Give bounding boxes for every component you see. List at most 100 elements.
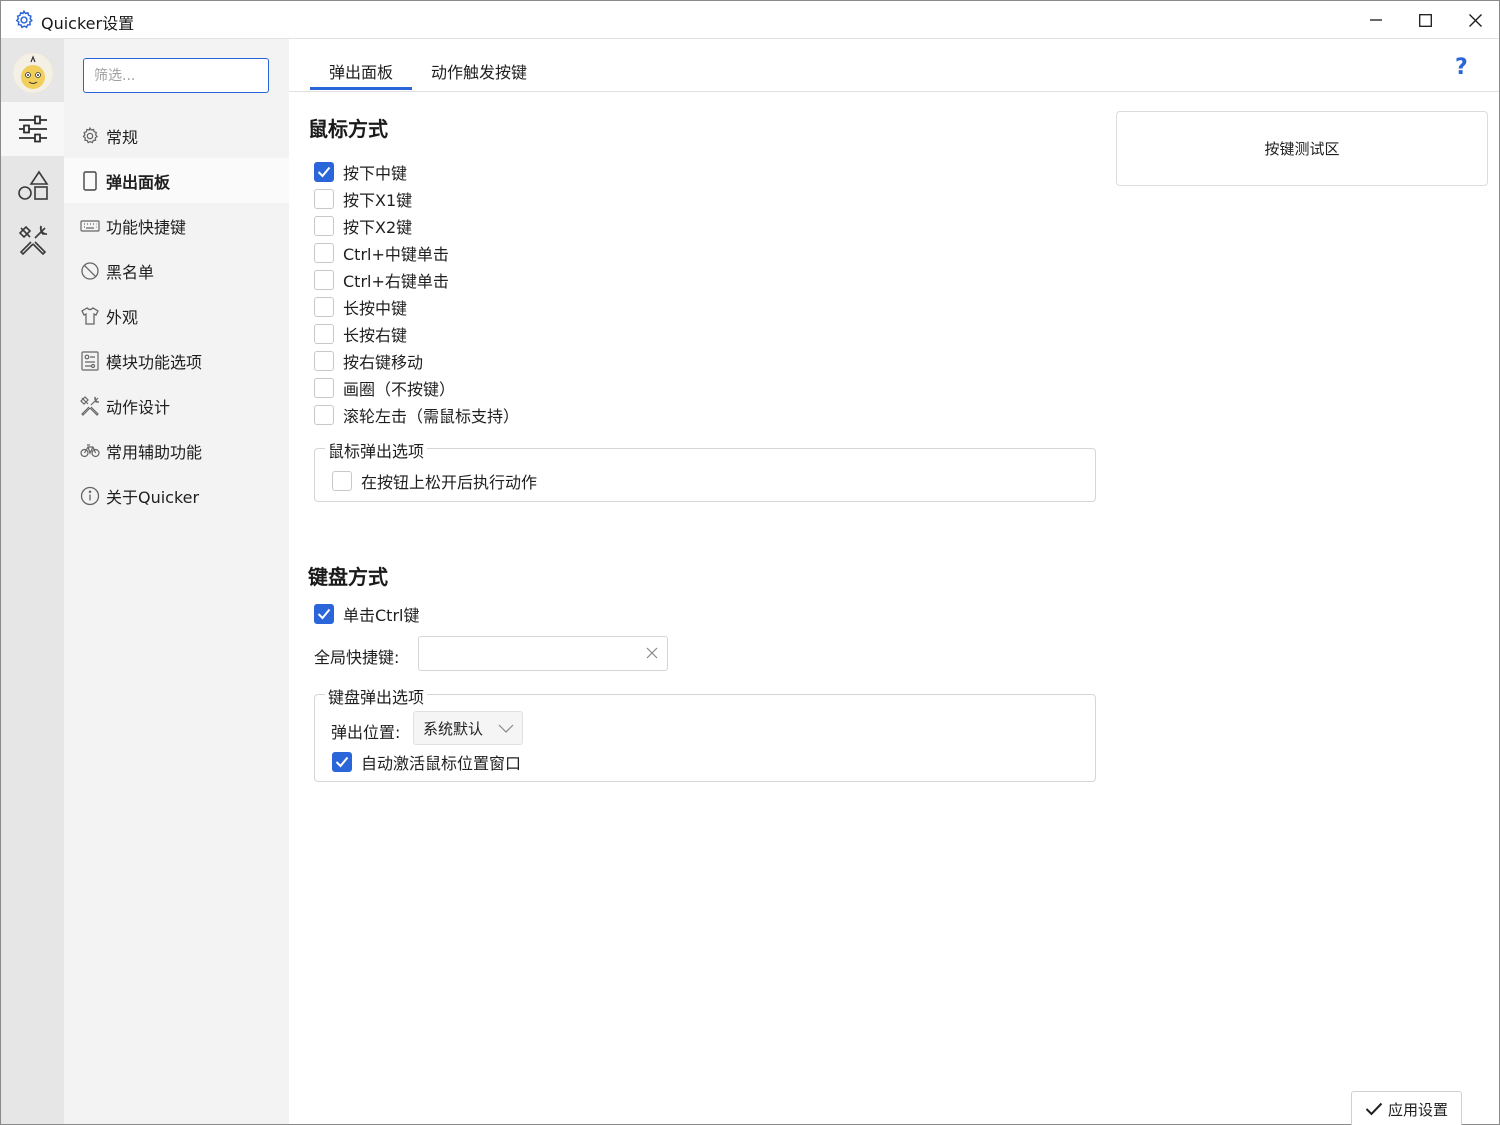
sidebar-item-label: 常规 (106, 127, 139, 147)
checkbox[interactable] (332, 752, 352, 772)
mouse-option[interactable]: 按右键移动 (314, 350, 423, 372)
sliders-icon (18, 115, 47, 143)
bicycle-icon (80, 441, 100, 461)
mouse-option[interactable]: 按下X2键 (314, 215, 412, 237)
keyboard-section-title: 键盘方式 (308, 565, 388, 589)
rail-item-settings[interactable] (1, 102, 64, 156)
checkbox[interactable] (314, 378, 334, 398)
checkbox-label: 按下中键 (343, 164, 408, 183)
hotkey-label: 全局快捷键: (314, 648, 400, 667)
key-test-area[interactable]: 按键测试区 (1116, 111, 1488, 186)
sidebar-item-hotkeys[interactable]: 功能快捷键 (64, 203, 289, 248)
checkbox-label: 画圈（不按键） (343, 380, 456, 399)
module-icon (80, 350, 100, 371)
block-icon (80, 261, 100, 281)
tab-bar: 弹出面板 动作触发按键 ? (289, 39, 1499, 92)
clear-icon[interactable] (645, 646, 659, 660)
key-test-label: 按键测试区 (1264, 140, 1340, 158)
mouse-popup-options-group: 鼠标弹出选项 在按钮上松开后执行动作 (314, 438, 1096, 502)
sidebar-item-action-design[interactable]: 动作设计 (64, 383, 289, 428)
mouse-option[interactable]: 按下中键 (314, 161, 407, 183)
minimize-icon (1370, 19, 1382, 21)
sidebar-item-assist[interactable]: 常用辅助功能 (64, 428, 289, 473)
sidebar-item-blacklist[interactable]: 黑名单 (64, 248, 289, 293)
mouse-option[interactable]: Ctrl+右键单击 (314, 269, 449, 291)
window-title: Quicker设置 (41, 14, 135, 33)
release-on-button-option[interactable]: 在按钮上松开后执行动作 (332, 470, 537, 492)
checkbox[interactable] (314, 324, 334, 344)
sidebar-item-label: 外观 (106, 307, 139, 327)
checkbox-label: 按下X2键 (343, 218, 413, 237)
nav-sidebar: 常规 弹出面板 功能快捷键 黑名单 外观 (64, 39, 289, 1124)
mouse-option[interactable]: 长按中键 (314, 296, 407, 318)
close-button[interactable] (1450, 1, 1500, 39)
auto-activate-option[interactable]: 自动激活鼠标位置窗口 (332, 751, 521, 773)
checkbox-label: 单击Ctrl键 (343, 606, 420, 625)
rail-item-modules[interactable] (1, 159, 64, 213)
checkbox[interactable] (314, 297, 334, 317)
checkbox[interactable] (332, 471, 352, 491)
shirt-icon (80, 306, 100, 326)
checkbox-label: Ctrl+中键单击 (343, 245, 449, 264)
mouse-option[interactable]: 滚轮左击（需鼠标支持） (314, 404, 519, 426)
checkbox[interactable] (314, 162, 334, 182)
main-content: 弹出面板 动作触发按键 ? 鼠标方式 按下中键 按下X1键 按下X2键 Ctrl… (289, 39, 1499, 1125)
sidebar-item-module-options[interactable]: 模块功能选项 (64, 338, 289, 383)
shapes-icon (17, 170, 48, 200)
checkbox[interactable] (314, 405, 334, 425)
checkbox[interactable] (314, 243, 334, 263)
mouse-option[interactable]: 按下X1键 (314, 188, 412, 210)
checkbox[interactable] (314, 351, 334, 371)
checkbox[interactable] (314, 604, 334, 624)
mouse-option[interactable]: 画圈（不按键） (314, 377, 455, 399)
sidebar-item-popup-panel[interactable]: 弹出面板 (64, 158, 289, 203)
popup-position-select[interactable]: 系统默认 (413, 711, 523, 745)
sidebar-item-label: 弹出面板 (106, 172, 171, 192)
rail-item-tools[interactable] (1, 213, 64, 267)
panel-icon (80, 170, 100, 191)
checkbox[interactable] (314, 189, 334, 209)
select-value: 系统默认 (423, 719, 484, 738)
keyboard-popup-options-group: 键盘弹出选项 弹出位置: 系统默认 自动激活鼠标位置窗口 (314, 684, 1096, 782)
group-label: 键盘弹出选项 (325, 684, 428, 708)
popup-position-label: 弹出位置: (331, 723, 401, 742)
apply-button[interactable]: 应用设置 (1351, 1091, 1462, 1125)
checkbox[interactable] (314, 270, 334, 290)
global-hotkey-input[interactable] (418, 636, 668, 671)
mouse-option[interactable]: 长按右键 (314, 323, 407, 345)
icon-rail (1, 39, 64, 1124)
maximize-icon (1418, 13, 1432, 27)
minimize-button[interactable] (1351, 1, 1401, 39)
avatar[interactable] (13, 53, 53, 93)
checkbox-label: 在按钮上松开后执行动作 (361, 473, 538, 492)
keyboard-icon (80, 216, 100, 236)
sidebar-item-label: 黑名单 (106, 262, 155, 282)
sidebar-item-label: 模块功能选项 (106, 352, 203, 372)
info-icon (80, 486, 100, 506)
checkbox-label: 滚轮左击（需鼠标支持） (343, 407, 520, 426)
filter-input[interactable] (83, 58, 269, 93)
title-bar: Quicker设置 (1, 1, 1499, 39)
mouse-option[interactable]: Ctrl+中键单击 (314, 242, 449, 264)
group-label: 鼠标弹出选项 (325, 438, 428, 462)
sidebar-item-label: 动作设计 (106, 397, 171, 417)
settings-window: Quicker设置 筛选... 常规 弹出面板 功能快捷键 黑名单 外观 模块功… (0, 0, 1500, 1125)
sidebar-item-about[interactable]: 关于Quicker (64, 473, 289, 518)
tab-popup-panel[interactable]: 弹出面板 (329, 59, 393, 83)
sidebar-item-label: 功能快捷键 (106, 217, 187, 237)
maximize-button[interactable] (1400, 1, 1450, 39)
apply-label: 应用设置 (1387, 1100, 1448, 1119)
sidebar-item-appearance[interactable]: 外观 (64, 293, 289, 338)
tab-trigger-keys[interactable]: 动作触发按键 (431, 59, 527, 83)
sidebar-item-label: 常用辅助功能 (106, 442, 203, 462)
gear-icon (13, 9, 35, 31)
help-icon[interactable]: ? (1455, 55, 1468, 80)
tools-icon (18, 225, 47, 256)
checkbox[interactable] (314, 216, 334, 236)
mouse-section-title: 鼠标方式 (308, 117, 388, 141)
sidebar-item-general[interactable]: 常规 (64, 113, 289, 158)
single-ctrl-option[interactable]: 单击Ctrl键 (314, 603, 419, 625)
gear-icon (80, 126, 100, 146)
checkbox-label: 自动激活鼠标位置窗口 (361, 754, 522, 773)
checkbox-label: Ctrl+右键单击 (343, 272, 449, 291)
